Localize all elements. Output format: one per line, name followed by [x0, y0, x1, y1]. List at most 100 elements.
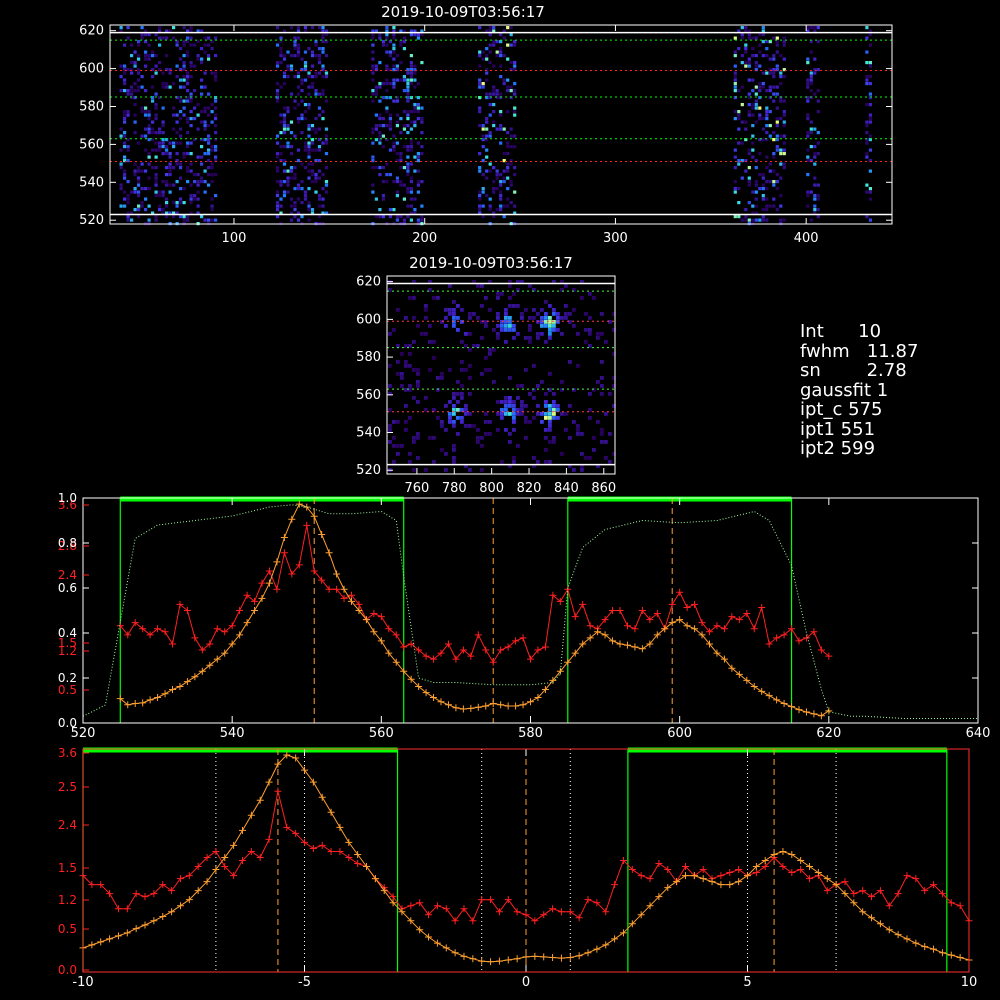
pixel	[402, 89, 406, 93]
pixel	[481, 159, 485, 163]
pixel	[775, 43, 779, 47]
pixel	[165, 183, 169, 187]
pixel	[740, 85, 744, 89]
pixel	[321, 64, 325, 68]
pixel	[758, 106, 762, 110]
pixel	[168, 166, 172, 170]
pixel	[214, 117, 218, 121]
pixel	[130, 96, 134, 100]
pixel	[416, 141, 420, 145]
pixel	[303, 148, 308, 152]
pixel	[133, 120, 137, 124]
pixel	[485, 127, 489, 131]
pixel	[300, 78, 304, 82]
pixel	[140, 162, 144, 166]
pixel	[460, 416, 464, 420]
pixel	[161, 85, 165, 89]
pixel	[733, 148, 737, 152]
pixel	[464, 424, 468, 428]
pixel	[488, 308, 492, 312]
pixel	[532, 308, 536, 312]
pixel	[758, 173, 762, 177]
pixel	[420, 106, 424, 110]
pixel	[495, 208, 499, 212]
pixel	[282, 71, 287, 75]
pixel	[506, 162, 510, 166]
pixel	[381, 43, 385, 47]
pixel	[307, 124, 311, 128]
pixel	[540, 380, 544, 384]
pixel	[409, 197, 413, 201]
pixel	[126, 194, 130, 198]
pixel	[502, 180, 506, 184]
pixel	[416, 110, 420, 114]
pixel	[196, 54, 200, 58]
pixel	[484, 320, 488, 324]
pixel	[448, 416, 452, 420]
pixel	[572, 420, 576, 424]
pixel	[388, 117, 392, 121]
pixel	[782, 152, 786, 156]
pixel	[200, 176, 204, 180]
pixel	[552, 436, 556, 440]
pixel	[140, 204, 144, 208]
pixel	[207, 36, 211, 40]
pixel	[772, 183, 776, 187]
pixel	[193, 194, 197, 198]
pixel	[816, 194, 820, 198]
pixel	[747, 148, 751, 152]
pixel	[485, 71, 489, 75]
pixel	[484, 324, 488, 328]
plot-area	[83, 498, 978, 723]
pixel	[536, 336, 540, 340]
pixel	[782, 110, 786, 114]
pixel	[186, 120, 190, 124]
pixel	[600, 392, 604, 396]
pixel	[478, 110, 482, 114]
pixel	[158, 36, 162, 40]
pixel	[496, 336, 500, 340]
pixel	[772, 131, 776, 135]
pixel	[137, 166, 141, 170]
pixel	[744, 43, 748, 47]
pixel	[275, 61, 280, 65]
pixel	[214, 54, 218, 58]
pixel	[200, 92, 204, 96]
pixel	[868, 75, 872, 79]
pixel	[809, 190, 813, 194]
pixel	[179, 134, 183, 138]
pixel	[564, 428, 568, 432]
pixel	[424, 408, 428, 412]
pixel	[168, 169, 172, 173]
pixel	[182, 54, 186, 58]
pixel	[500, 324, 504, 328]
pixel	[424, 304, 428, 308]
pixel	[744, 215, 748, 219]
pixel	[560, 380, 564, 384]
pixel	[154, 71, 158, 75]
pixel	[321, 117, 325, 121]
pixel	[165, 173, 169, 177]
pixel	[408, 460, 412, 464]
pixel	[196, 204, 200, 208]
pixel	[420, 33, 424, 37]
pixel	[203, 110, 207, 114]
pixel	[513, 82, 517, 86]
pixel	[207, 138, 211, 142]
pixel	[296, 159, 301, 163]
pixel	[556, 316, 560, 320]
pixel	[452, 412, 456, 416]
pixel	[140, 26, 144, 30]
pixel	[406, 190, 410, 194]
pixel	[806, 61, 810, 65]
pixel	[564, 284, 568, 288]
pixel	[765, 110, 769, 114]
pixel	[144, 134, 148, 138]
pixel	[179, 187, 183, 191]
pixel	[440, 372, 444, 376]
pixel	[189, 183, 193, 187]
pixel	[782, 166, 786, 170]
pixel	[378, 208, 382, 212]
pixel	[293, 201, 297, 205]
y-tick-label: 600	[356, 312, 381, 327]
